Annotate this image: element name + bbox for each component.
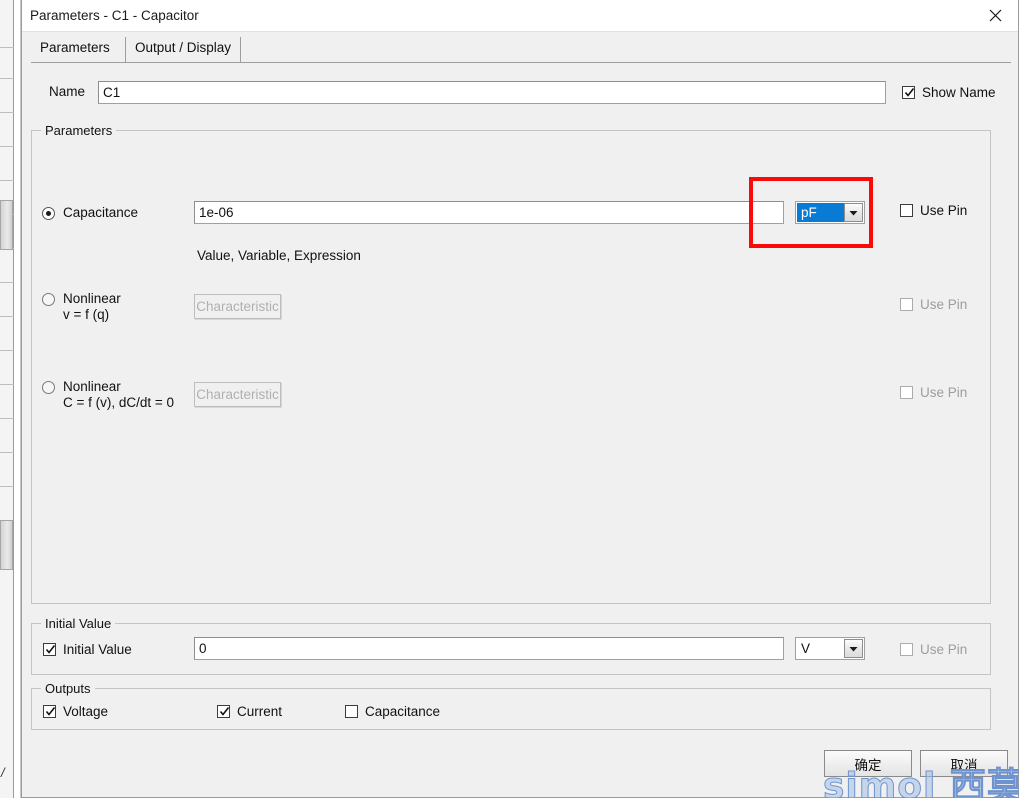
- show-name-checkbox[interactable]: Show Name: [902, 85, 996, 100]
- initial-value-checkbox-label: Initial Value: [63, 642, 132, 657]
- radio-capacitance-label: Capacitance: [63, 205, 139, 220]
- use-pin-initial-value-checkbox[interactable]: Use Pin: [900, 642, 967, 657]
- output-capacitance-checkbox-box: [345, 705, 358, 718]
- background-scrollbar-thumb[interactable]: [0, 520, 13, 570]
- output-voltage-checkbox-box: [43, 705, 56, 718]
- show-name-checkbox-box: [902, 86, 915, 99]
- initial-value-checkbox-box: [43, 643, 56, 656]
- capacitance-value-input[interactable]: 1e-06: [194, 201, 784, 224]
- output-current-checkbox-box: [217, 705, 230, 718]
- radio-capacitance[interactable]: Capacitance: [42, 205, 138, 220]
- use-pin-capacitance-checkbox[interactable]: Use Pin: [900, 203, 967, 218]
- unit-combo-initial-value-value: V: [801, 641, 811, 656]
- unit-combo-capacitance[interactable]: pF: [795, 201, 865, 224]
- initial-value-input[interactable]: 0: [194, 637, 784, 660]
- background-scrollbar-thumb[interactable]: [0, 200, 13, 250]
- close-icon[interactable]: [972, 0, 1018, 30]
- output-current-checkbox[interactable]: Current: [217, 704, 282, 719]
- radio-nonlinear-vq-line1: Nonlinear: [63, 291, 121, 306]
- characteristic-button-vq[interactable]: Characteristic: [194, 294, 281, 319]
- use-pin-nonlinear-vq-checkbox[interactable]: Use Pin: [900, 297, 967, 312]
- screen: / Parameters - C1 - Capacitor Parameters…: [0, 0, 1019, 798]
- name-label: Name: [49, 84, 86, 99]
- ok-button[interactable]: 确定: [824, 750, 912, 777]
- radio-nonlinear-vq-dot: [42, 293, 55, 306]
- unit-combo-initial-value[interactable]: V: [795, 637, 865, 660]
- unit-combo-capacitance-value: pF: [797, 203, 844, 222]
- capacitance-hint: Value, Variable, Expression: [197, 248, 361, 263]
- radio-nonlinear-cv-dot: [42, 381, 55, 394]
- radio-nonlinear-vq-line2: v = f (q): [63, 307, 110, 322]
- use-pin-nonlinear-cv-checkbox-box: [900, 386, 913, 399]
- radio-nonlinear-vq-label: Nonlinear v = f (q): [63, 291, 121, 323]
- radio-nonlinear-cv-line1: Nonlinear: [63, 379, 121, 394]
- use-pin-nonlinear-vq-label: Use Pin: [920, 297, 968, 312]
- use-pin-capacitance-checkbox-box: [900, 204, 913, 217]
- tab-parameters[interactable]: Parameters: [31, 37, 119, 62]
- use-pin-initial-value-checkbox-box: [900, 643, 913, 656]
- parameters-groupbox-title: Parameters: [41, 123, 117, 138]
- output-capacitance-checkbox[interactable]: Capacitance: [345, 704, 440, 719]
- use-pin-nonlinear-cv-checkbox[interactable]: Use Pin: [900, 385, 967, 400]
- outputs-groupbox-title: Outputs: [41, 681, 95, 696]
- parameters-dialog: Parameters - C1 - Capacitor Parameters O…: [21, 0, 1019, 798]
- radio-capacitance-dot: [42, 207, 55, 220]
- chevron-down-icon[interactable]: [844, 203, 863, 222]
- dialog-title: Parameters - C1 - Capacitor: [30, 8, 199, 23]
- outputs-groupbox: Outputs: [31, 681, 991, 730]
- radio-nonlinear-cv[interactable]: Nonlinear C = f (v), dC/dt = 0: [42, 379, 174, 411]
- tabstrip: Parameters Output / Display: [31, 37, 1011, 62]
- output-voltage-label: Voltage: [63, 704, 109, 719]
- use-pin-initial-value-label: Use Pin: [920, 642, 968, 657]
- show-name-label: Show Name: [922, 85, 996, 100]
- background-window-sliver: /: [0, 0, 14, 798]
- characteristic-button-cv[interactable]: Characteristic: [194, 382, 281, 407]
- dialog-titlebar[interactable]: Parameters - C1 - Capacitor: [22, 0, 1018, 32]
- background-gap: [14, 0, 21, 798]
- output-capacitance-label: Capacitance: [365, 704, 441, 719]
- radio-nonlinear-vq[interactable]: Nonlinear v = f (q): [42, 291, 121, 323]
- radio-nonlinear-cv-label: Nonlinear C = f (v), dC/dt = 0: [63, 379, 174, 411]
- output-voltage-checkbox[interactable]: Voltage: [43, 704, 108, 719]
- use-pin-capacitance-label: Use Pin: [920, 203, 968, 218]
- radio-nonlinear-cv-line2: C = f (v), dC/dt = 0: [63, 395, 175, 410]
- chevron-down-icon[interactable]: [844, 639, 863, 658]
- output-current-label: Current: [237, 704, 283, 719]
- use-pin-nonlinear-vq-checkbox-box: [900, 298, 913, 311]
- cancel-button[interactable]: 取消: [920, 750, 1008, 777]
- use-pin-nonlinear-cv-label: Use Pin: [920, 385, 968, 400]
- initial-value-groupbox-title: Initial Value: [41, 616, 116, 631]
- background-diagonal-mark: /: [1, 765, 5, 780]
- name-input[interactable]: C1: [98, 81, 886, 104]
- tab-output-display[interactable]: Output / Display: [125, 37, 242, 62]
- initial-value-checkbox[interactable]: Initial Value: [43, 642, 132, 657]
